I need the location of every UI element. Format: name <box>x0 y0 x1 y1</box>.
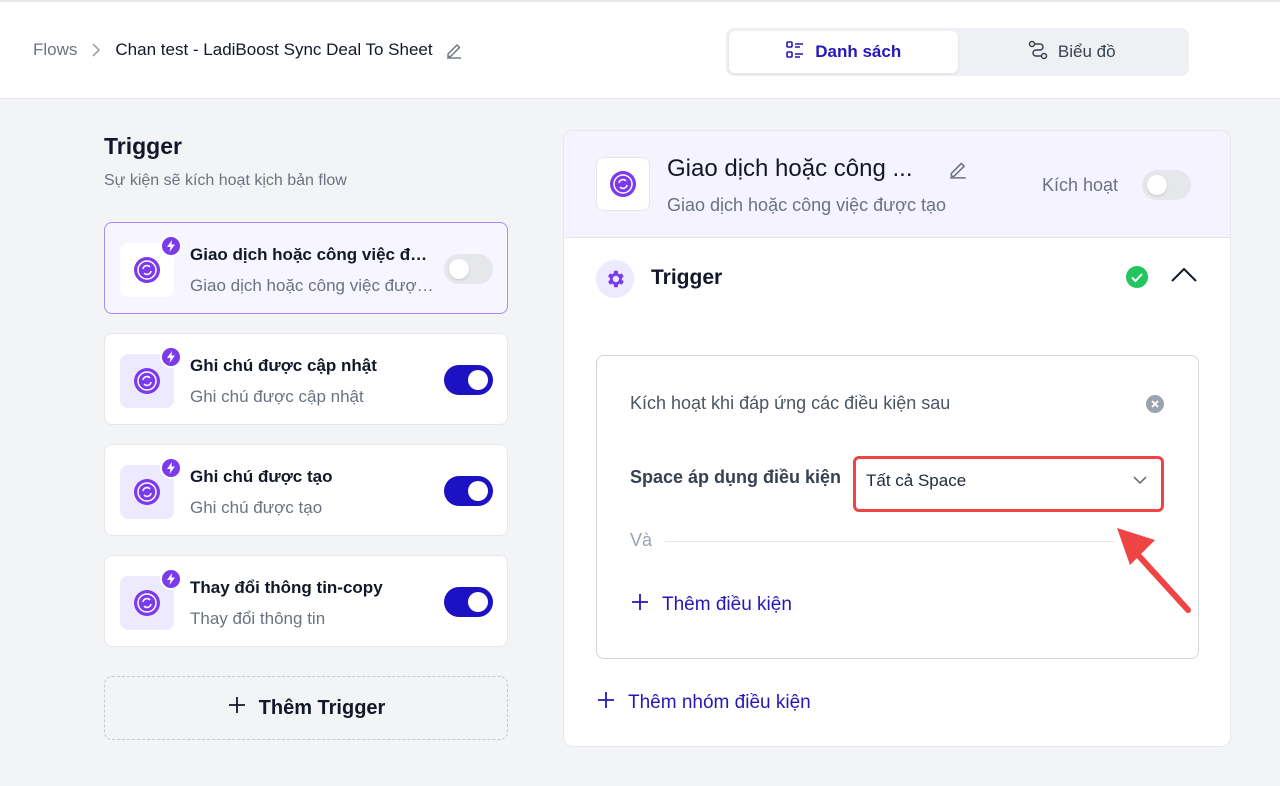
trigger-card[interactable]: Ghi chú được tạo Ghi chú được tạo <box>104 444 508 536</box>
add-condition-group-button[interactable]: Thêm nhóm điều kiện <box>596 690 811 716</box>
trigger-title: Ghi chú được tạo <box>190 467 333 486</box>
activate-label: Kích hoạt <box>1042 175 1119 195</box>
activate-toggle[interactable] <box>1142 170 1191 200</box>
trigger-card[interactable]: Thay đổi thông tin-copy Thay đổi thông t… <box>104 555 508 647</box>
trigger-toggle[interactable] <box>444 476 493 506</box>
chart-view-label: Biểu đồ <box>1057 42 1116 61</box>
trigger-toggle[interactable] <box>444 254 493 284</box>
remove-condition-group-icon[interactable] <box>1146 395 1164 418</box>
trigger-toggle[interactable] <box>444 587 493 617</box>
toggle-knob <box>1147 175 1167 195</box>
list-icon <box>785 40 805 65</box>
flow-diagram-icon <box>1028 40 1048 65</box>
detail-subtitle: Giao dịch hoặc công việc được tạo <box>667 195 947 215</box>
toggle-knob <box>468 370 488 390</box>
add-condition-group-label: Thêm nhóm điều kiện <box>628 692 811 713</box>
chevron-up-icon[interactable] <box>1170 265 1198 290</box>
add-trigger-label: Thêm Trigger <box>258 696 386 719</box>
space-select-value: Tất cả Space <box>866 471 967 490</box>
space-select[interactable]: Tất cả Space <box>853 456 1164 512</box>
trigger-subtitle: Giao dịch hoặc công việc được tạo <box>190 276 435 295</box>
space-condition-label: Space áp dụng điều kiện <box>630 467 842 487</box>
list-view-button[interactable]: Danh sách <box>729 31 958 73</box>
plus-icon <box>630 592 650 618</box>
list-view-label: Danh sách <box>815 42 902 61</box>
gear-icon <box>596 260 634 298</box>
add-condition-button[interactable]: Thêm điều kiện <box>630 592 792 618</box>
trigger-detail-panel: Giao dịch hoặc công ... Giao dịch hoặc c… <box>563 130 1231 747</box>
view-toggle: Danh sách Biểu đồ <box>726 28 1189 76</box>
chevron-right-icon <box>91 43 101 57</box>
breadcrumb-flows-link[interactable]: Flows <box>33 40 77 60</box>
trigger-subtitle: Ghi chú được cập nhật <box>190 387 364 406</box>
top-bar: Flows Chan test - LadiBoost Sync Deal To… <box>0 0 1280 99</box>
divider <box>665 541 1115 542</box>
edit-trigger-name-icon[interactable] <box>948 159 968 184</box>
trigger-subtitle: Ghi chú được tạo <box>190 498 323 517</box>
section-title: Trigger <box>651 266 723 289</box>
flow-name: Chan test - LadiBoost Sync Deal To Sheet <box>115 40 433 59</box>
chart-view-button[interactable]: Biểu đồ <box>958 31 1187 73</box>
lightning-bolt-icon <box>160 235 182 257</box>
plus-icon <box>596 690 616 716</box>
lightning-bolt-icon <box>160 568 182 590</box>
plus-icon <box>227 695 247 721</box>
trigger-section-header[interactable]: Trigger <box>564 238 1230 318</box>
condition-group-title: Kích hoạt khi đáp ứng các điều kiện sau <box>630 393 951 413</box>
trigger-heading: Trigger <box>104 133 182 159</box>
detail-title: Giao dịch hoặc công ... <box>667 155 913 182</box>
add-trigger-button[interactable]: Thêm Trigger <box>104 676 508 740</box>
condition-group: Kích hoạt khi đáp ứng các điều kiện sau … <box>596 355 1199 659</box>
trigger-toggle[interactable] <box>444 365 493 395</box>
trigger-subheading: Sự kiện sẽ kích hoạt kịch bản flow <box>104 172 347 189</box>
trigger-subtitle: Thay đổi thông tin <box>190 609 326 628</box>
toggle-knob <box>468 592 488 612</box>
trigger-title: Thay đổi thông tin-copy <box>190 578 383 597</box>
trigger-card[interactable]: Ghi chú được cập nhật Ghi chú được cập n… <box>104 333 508 425</box>
and-label: Và <box>630 530 653 550</box>
lightning-bolt-icon <box>160 457 182 479</box>
chevron-down-icon <box>1132 473 1148 491</box>
lightning-bolt-icon <box>160 346 182 368</box>
check-circle-icon <box>1126 266 1148 293</box>
add-condition-label: Thêm điều kiện <box>662 594 792 615</box>
toggle-knob <box>468 481 488 501</box>
trigger-title: Ghi chú được cập nhật <box>190 356 377 375</box>
trigger-title: Giao dịch hoặc công việc được tạo <box>190 245 435 264</box>
trigger-card[interactable]: Giao dịch hoặc công việc được tạo Giao d… <box>104 222 508 314</box>
breadcrumb: Flows Chan test - LadiBoost Sync Deal To… <box>33 40 463 60</box>
detail-header: Giao dịch hoặc công ... Giao dịch hoặc c… <box>564 131 1230 238</box>
trigger-icon <box>596 157 650 211</box>
edit-flow-name-icon[interactable] <box>445 41 463 59</box>
toggle-knob <box>449 259 469 279</box>
